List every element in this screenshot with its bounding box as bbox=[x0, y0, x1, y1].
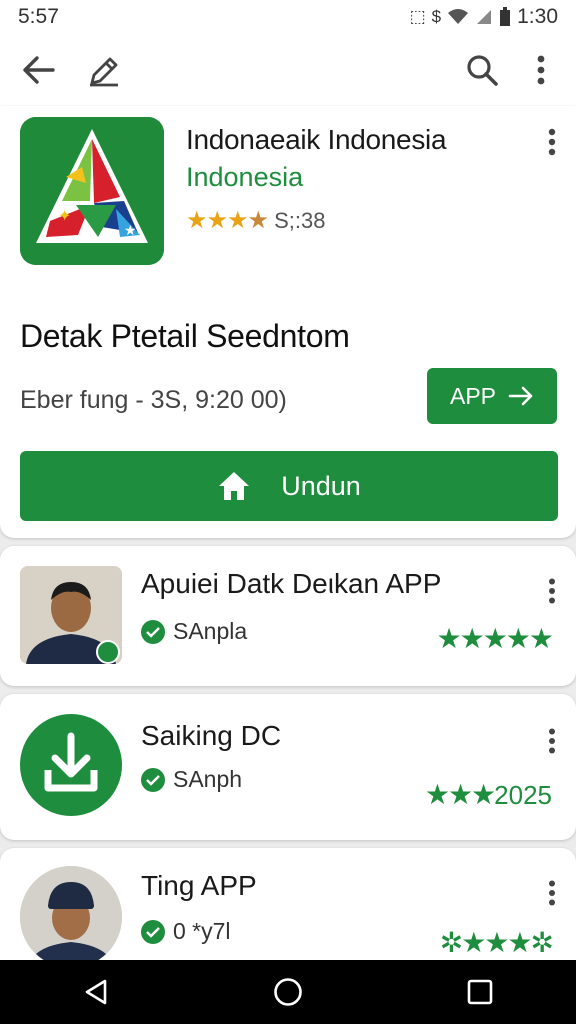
header-more-button[interactable] bbox=[548, 128, 556, 161]
more-vert-icon bbox=[537, 55, 545, 85]
list-item-more-button[interactable] bbox=[548, 728, 556, 759]
verified-label: SAnph bbox=[173, 766, 243, 792]
list-item-title: Saiking DC bbox=[141, 720, 282, 751]
nav-back-icon bbox=[85, 979, 107, 1005]
person-photo-icon bbox=[20, 566, 122, 664]
list-item-title: Ting APP bbox=[141, 870, 257, 901]
detail-heading: Detak Ptetail Seedntom bbox=[20, 318, 350, 354]
app-icon[interactable]: ✦ ★ bbox=[20, 117, 164, 265]
list-item[interactable]: Apuiei Datk Deιkan APP SAnpla ★★★★★ bbox=[0, 546, 576, 686]
app-title: Indonaeaik Indonesia bbox=[186, 124, 447, 155]
app-logo-icon: ✦ ★ bbox=[20, 117, 164, 265]
rating-row: ★★★★ S;:38 bbox=[186, 206, 325, 235]
notification-icon: ⬚ bbox=[409, 7, 426, 26]
verified-check-icon bbox=[141, 619, 165, 644]
more-vert-icon bbox=[548, 128, 556, 156]
nav-home-button[interactable] bbox=[258, 962, 318, 1022]
star-rating: ★★★★ bbox=[186, 207, 269, 234]
meta-info: Eber fung - 3S, 9:20 00) bbox=[20, 386, 287, 414]
install-button[interactable]: Undun bbox=[20, 451, 558, 521]
svg-text:★: ★ bbox=[124, 223, 137, 239]
status-time: 5:57 bbox=[18, 5, 59, 28]
avatar bbox=[20, 566, 122, 664]
back-arrow-icon bbox=[23, 56, 55, 84]
system-nav-bar bbox=[0, 960, 576, 1024]
more-vert-icon bbox=[549, 880, 555, 906]
star-rating: ✲★★★✲ bbox=[439, 927, 554, 958]
wifi-icon bbox=[448, 9, 469, 24]
verified-row: SAnpla bbox=[141, 618, 247, 645]
verified-label: SAnpla bbox=[173, 618, 248, 644]
search-button[interactable] bbox=[460, 48, 504, 92]
overflow-menu-button[interactable] bbox=[519, 48, 563, 92]
app-button[interactable]: APP bbox=[427, 368, 557, 424]
nav-back-button[interactable] bbox=[66, 962, 126, 1022]
verified-check-icon bbox=[141, 767, 165, 792]
edit-icon bbox=[90, 57, 118, 87]
install-button-label: Undun bbox=[281, 470, 361, 501]
list-item[interactable]: Saiking DC SAnph ★★★2025 bbox=[0, 694, 576, 840]
star-rating: ★★★★★ bbox=[436, 623, 554, 654]
verified-row: 0 *y7l bbox=[141, 918, 231, 945]
download-icon bbox=[44, 732, 98, 792]
list-item-title: Apuiei Datk Deιkan APP bbox=[141, 568, 442, 599]
status-bar: 5:57 ⬚ $ 1:30 bbox=[0, 0, 576, 34]
cash-icon: $ bbox=[431, 7, 442, 26]
person-photo-icon bbox=[20, 866, 122, 968]
nav-home-icon bbox=[274, 978, 302, 1006]
verified-label: 0 *y7l bbox=[173, 918, 231, 944]
avatar bbox=[20, 714, 122, 816]
search-icon bbox=[467, 55, 498, 86]
list-item-more-button[interactable] bbox=[548, 880, 556, 911]
top-app-bar bbox=[0, 34, 576, 106]
more-vert-icon bbox=[549, 578, 555, 604]
verified-check-icon bbox=[141, 919, 165, 944]
signal-icon bbox=[477, 10, 492, 24]
status-icons: ⬚ $ 1:30 bbox=[410, 5, 558, 29]
edit-button[interactable] bbox=[82, 48, 126, 92]
app-publisher[interactable]: Indonesia bbox=[186, 162, 303, 193]
nav-recents-button[interactable] bbox=[450, 962, 510, 1022]
rating-label: 2025 bbox=[494, 780, 552, 810]
verified-row: SAnph bbox=[141, 766, 242, 793]
more-vert-icon bbox=[549, 728, 555, 754]
home-icon bbox=[219, 472, 250, 500]
app-button-label: APP bbox=[449, 382, 497, 409]
svg-text:✦: ✦ bbox=[58, 206, 71, 225]
arrow-right-icon bbox=[508, 386, 533, 406]
battery-icon bbox=[500, 7, 511, 26]
nav-recents-icon bbox=[467, 979, 493, 1005]
back-button[interactable] bbox=[16, 48, 60, 92]
rating-count: S;:38 bbox=[274, 207, 326, 233]
list-item-more-button[interactable] bbox=[548, 578, 556, 609]
star-rating: ★★★2025 bbox=[424, 779, 552, 810]
app-header-card: ✦ ★ Indonaeaik Indonesia Indonesia ★★★★ … bbox=[0, 106, 576, 538]
battery-time: 1:30 bbox=[517, 5, 558, 28]
avatar bbox=[20, 866, 122, 968]
